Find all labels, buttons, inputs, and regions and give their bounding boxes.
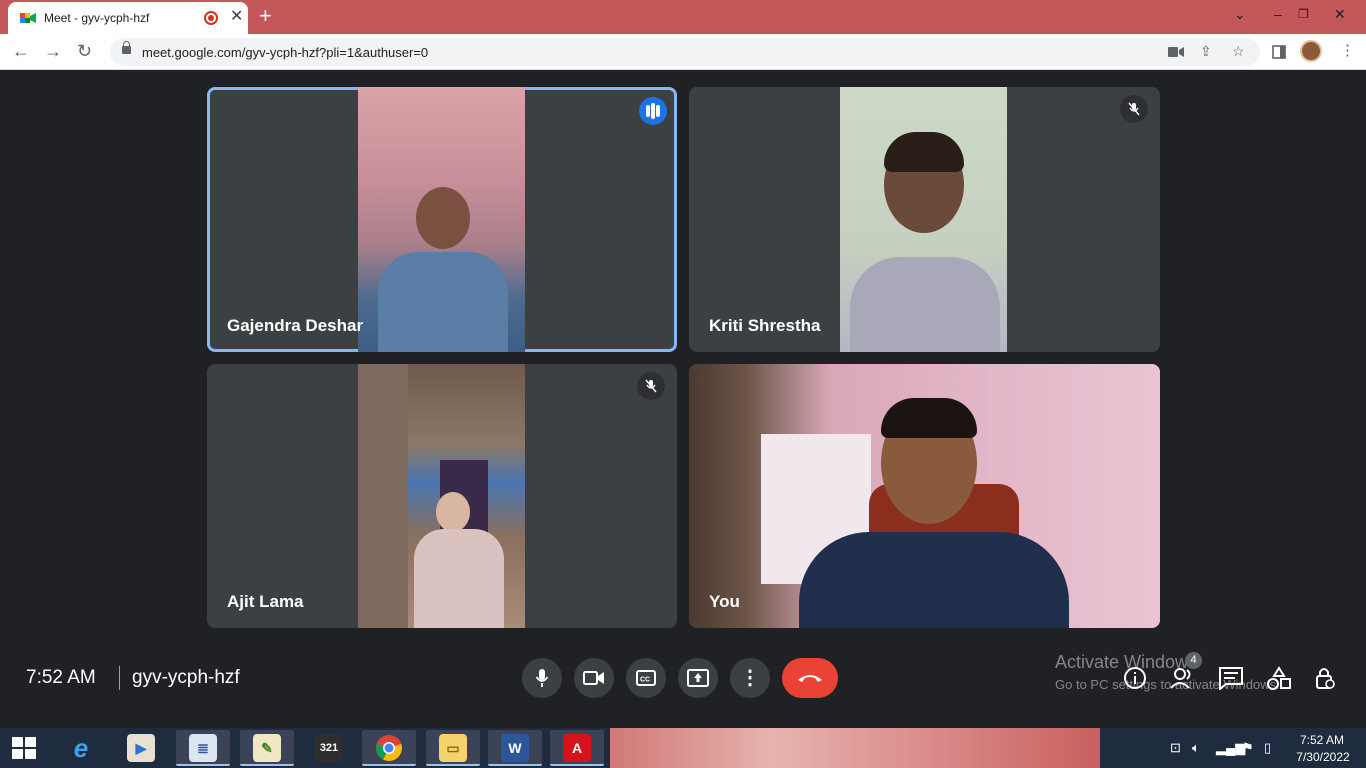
taskbar-clock-time[interactable]: 7:52 AM (1298, 733, 1346, 747)
participant-tile-ajit[interactable]: Ajit Lama (207, 364, 677, 628)
tab-close-icon[interactable]: ✕ (230, 9, 243, 25)
meet-control-bar: 7:52 AM gyv-ycph-hzf CC ⋮ Activate Windo… (0, 640, 1366, 728)
speaking-indicator-icon (639, 97, 667, 125)
present-icon (687, 669, 709, 687)
participant-tile-self[interactable]: You (689, 364, 1160, 628)
camera-button[interactable] (574, 658, 614, 698)
microphone-button[interactable] (522, 658, 562, 698)
more-options-button[interactable]: ⋮ (730, 658, 770, 698)
reload-icon[interactable]: ↻ (77, 41, 92, 61)
taskbar-file-explorer[interactable]: ▭ (426, 730, 480, 766)
participant-name: Gajendra Deshar (227, 316, 364, 335)
paint-icon: ✎ (253, 734, 281, 762)
share-icon[interactable]: ⇪ (1200, 43, 1212, 59)
restore-window-icon[interactable]: ❐ (1298, 6, 1309, 22)
profile-avatar[interactable] (1300, 40, 1322, 62)
taskbar-document-app[interactable]: ≣ (176, 730, 230, 766)
taskbar-media-player[interactable]: ▶ (114, 730, 168, 766)
tab-title: Meet - gyv-ycph-hzf (44, 11, 150, 25)
activate-windows-hint: Go to PC settings to activate Windows. (1055, 677, 1280, 692)
captions-icon: CC (636, 670, 656, 686)
tab-recording-icon (204, 11, 218, 25)
minimize-window-icon[interactable]: – (1274, 6, 1282, 22)
leave-call-button[interactable] (782, 658, 838, 698)
taskbar-paint-app[interactable]: ✎ (240, 730, 294, 766)
taskbar-media-player-classic[interactable]: 321 (302, 730, 356, 766)
participant-name: Ajit Lama (227, 592, 304, 611)
url-text: meet.google.com/gyv-ycph-hzf?pli=1&authu… (142, 45, 429, 60)
participant-tile-kriti[interactable]: Kriti Shrestha (689, 87, 1160, 352)
network-signal-icon[interactable]: ▂▄▆ (1216, 740, 1245, 756)
microphone-icon (535, 669, 549, 687)
new-tab-button[interactable]: + (259, 4, 272, 28)
activities-icon[interactable] (1266, 666, 1292, 692)
internet-explorer-icon: e (73, 733, 89, 763)
adobe-acrobat-icon: A (563, 734, 591, 762)
host-controls-lock-icon[interactable] (1314, 666, 1336, 690)
windows-taskbar: e ▶ ≣ ✎ 321 ▭ W A ⊡ 🔈︎ ▂▄▆ ⚑ ▯ 7:52 AM 7… (0, 728, 1366, 768)
address-bar[interactable]: meet.google.com/gyv-ycph-hzf?pli=1&authu… (110, 38, 1260, 66)
end-call-icon (798, 675, 822, 682)
tab-search-chevron-icon[interactable]: ⌄ (1234, 6, 1246, 22)
taskbar-internet-explorer[interactable]: e (54, 730, 108, 766)
chat-icon[interactable] (1218, 666, 1244, 690)
chrome-menu-icon[interactable]: ⋮ (1340, 42, 1355, 60)
more-options-icon: ⋮ (740, 667, 760, 689)
muted-microphone-icon (637, 372, 665, 400)
participant-video (358, 364, 525, 628)
people-icon[interactable] (1170, 666, 1196, 690)
forward-arrow-icon[interactable]: → (44, 41, 62, 61)
document-viewer-icon: ≣ (189, 734, 217, 762)
participant-tile-gajendra[interactable]: Gajendra Deshar (207, 87, 677, 352)
meeting-code: gyv-ycph-hzf (132, 667, 240, 688)
side-panel-icon[interactable] (1272, 45, 1286, 59)
taskbar-microsoft-word[interactable]: W (488, 730, 542, 766)
present-screen-button[interactable] (678, 658, 718, 698)
taskbar-google-chrome[interactable] (362, 730, 416, 766)
browser-titlebar: Meet - gyv-ycph-hzf ✕ + ⌄ – ❐ ✕ (0, 0, 1366, 34)
muted-microphone-icon (1120, 95, 1148, 123)
close-window-icon[interactable]: ✕ (1334, 6, 1346, 22)
taskbar-clock-date[interactable]: 7/30/2022 (1292, 750, 1354, 764)
browser-tab-meet[interactable]: Meet - gyv-ycph-hzf ✕ (8, 2, 248, 34)
taskbar-wallpaper (610, 728, 1100, 768)
captions-button[interactable]: CC (626, 658, 666, 698)
google-meet-favicon-icon (20, 13, 36, 23)
windows-start-icon[interactable] (12, 737, 36, 759)
media-player-classic-icon: 321 (315, 734, 343, 762)
svg-text:CC: CC (640, 677, 650, 684)
taskbar-adobe-reader[interactable]: A (550, 730, 604, 766)
participant-name: Kriti Shrestha (709, 316, 821, 335)
meeting-details-icon[interactable] (1123, 666, 1147, 690)
power-battery-icon[interactable]: ▯ (1264, 740, 1271, 756)
tray-app-icon[interactable]: ⊡ (1170, 740, 1181, 756)
participant-count-badge: 4 (1185, 652, 1202, 669)
volume-icon[interactable]: 🔈︎ (1192, 740, 1200, 756)
participant-video (358, 87, 525, 352)
lock-icon (122, 41, 131, 54)
file-explorer-folder-icon: ▭ (439, 734, 467, 762)
participant-video (840, 87, 1007, 352)
back-arrow-icon[interactable]: ← (12, 41, 30, 61)
self-video (689, 364, 1160, 628)
meeting-clock: 7:52 AM (26, 667, 96, 688)
camera-in-use-icon[interactable] (1168, 46, 1184, 58)
microsoft-word-icon: W (501, 734, 529, 762)
bookmark-star-icon[interactable]: ☆ (1232, 43, 1245, 59)
clock-divider (119, 666, 120, 690)
camera-icon (583, 671, 604, 685)
google-chrome-icon (376, 735, 402, 761)
browser-toolbar: ← → ↻ meet.google.com/gyv-ycph-hzf?pli=1… (0, 34, 1366, 70)
media-player-icon: ▶ (127, 734, 155, 762)
participant-name: You (709, 592, 740, 611)
action-center-flag-icon[interactable]: ⚑ (1242, 740, 1254, 756)
